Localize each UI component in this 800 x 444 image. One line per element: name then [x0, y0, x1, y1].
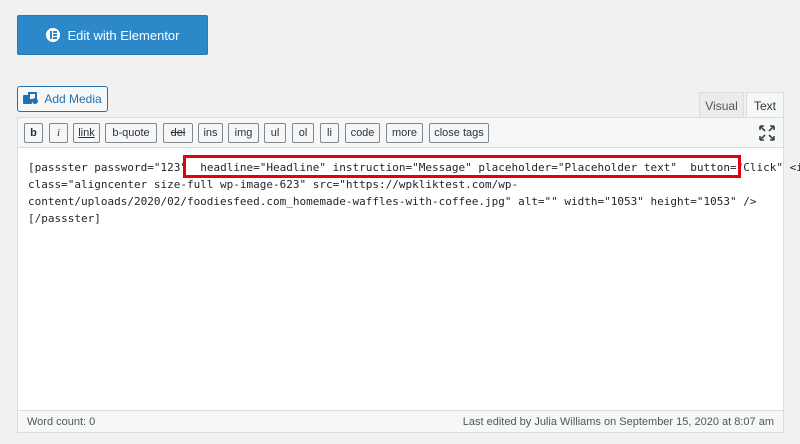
text-line-1-before: [passster password="123": [28, 161, 194, 174]
edit-with-elementor-button[interactable]: Edit with Elementor: [17, 15, 208, 55]
highlight-box: [183, 155, 741, 178]
status-bar: Word count: 0 Last edited by Julia Willi…: [18, 410, 783, 432]
qt-ins-button[interactable]: ins: [198, 123, 223, 143]
text-line-1-after: <img: [789, 161, 800, 174]
qt-italic-button[interactable]: i: [49, 123, 68, 143]
qt-li-button[interactable]: li: [320, 123, 339, 143]
qt-img-button[interactable]: img: [228, 123, 259, 143]
qt-close-tags-button[interactable]: close tags: [429, 123, 489, 143]
qt-code-button[interactable]: code: [345, 123, 380, 143]
text-line-2: class="aligncenter size-full wp-image-62…: [28, 178, 519, 191]
qt-bold-button[interactable]: b: [24, 123, 43, 143]
qt-more-button[interactable]: more: [386, 123, 423, 143]
quicktags-toolbar: b i link b-quote del ins img ul ol li co…: [18, 118, 783, 148]
qt-link-button[interactable]: link: [73, 123, 100, 143]
qt-ul-button[interactable]: ul: [264, 123, 286, 143]
text-line-3: content/uploads/2020/02/foodiesfeed.com_…: [28, 195, 757, 208]
fullscreen-icon[interactable]: [759, 125, 775, 141]
last-edited: Last edited by Julia Williams on Septemb…: [462, 416, 774, 428]
word-count: Word count: 0: [27, 416, 96, 428]
tab-text[interactable]: Text: [746, 92, 784, 118]
tab-visual[interactable]: Visual: [699, 92, 744, 118]
text-editor: b i link b-quote del ins img ul ol li co…: [17, 117, 800, 433]
elementor-icon: [45, 28, 60, 42]
qt-del-button[interactable]: del: [163, 123, 193, 143]
add-media-button[interactable]: Add Media: [17, 86, 108, 112]
edit-with-elementor-label: Edit with Elementor: [67, 27, 180, 43]
qt-blockquote-button[interactable]: b-quote: [105, 123, 157, 143]
media-icon: [23, 92, 39, 106]
qt-ol-button[interactable]: ol: [292, 123, 314, 143]
text-line-4: [/passster]: [28, 212, 101, 225]
add-media-label: Add Media: [44, 92, 102, 106]
